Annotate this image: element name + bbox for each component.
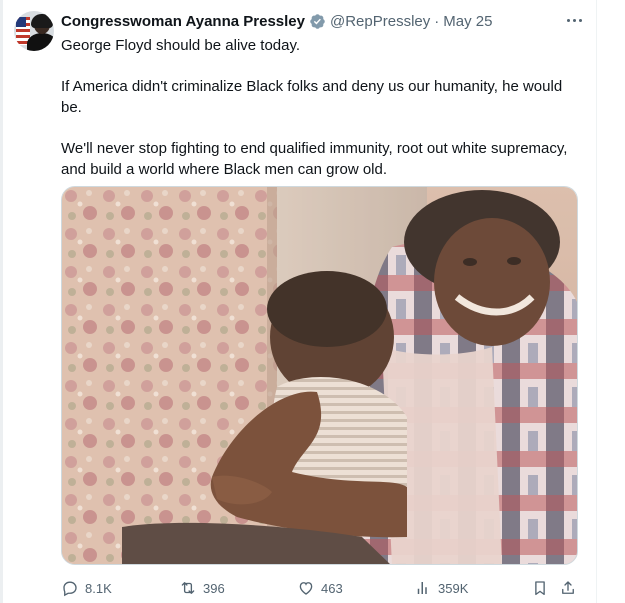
reply-icon [63,581,77,597]
tweet-text: George Floyd should be alive today. If A… [61,35,583,200]
reply-button[interactable]: 8.1K [61,576,112,600]
share-button[interactable] [559,576,583,600]
tweet-date[interactable]: May 25 [443,13,492,30]
tweet-paragraph: If America didn't criminalize Black folk… [61,78,563,116]
timeline-right-border [596,0,597,603]
bookmark-icon [535,581,545,596]
header-separator: · [434,12,440,30]
tweet-paragraph: We'll never stop fighting to end qualifi… [61,140,568,178]
views-icon [417,582,427,594]
tweet-card[interactable]: Congresswoman Ayanna Pressley @RepPressl… [3,0,596,603]
verified-badge-icon [309,13,326,30]
heart-icon [299,582,313,595]
tweet-photo[interactable] [61,186,578,565]
retweet-button[interactable]: 396 [179,576,225,600]
retweet-count: 396 [203,580,225,596]
tweet-header: Congresswoman Ayanna Pressley @RepPressl… [61,10,492,32]
author-name[interactable]: Congresswoman Ayanna Pressley [61,13,305,30]
profile-avatar[interactable] [14,11,54,51]
like-count: 463 [321,580,343,596]
author-handle[interactable]: @RepPressley [330,13,430,30]
more-options-icon[interactable] [562,10,586,30]
views-count: 359K [438,580,469,596]
bookmark-button[interactable] [531,576,555,600]
share-icon [562,581,574,594]
tweet-actions: 8.1K 396 463 359K [61,576,583,600]
retweet-icon [181,582,195,594]
views-button[interactable]: 359K [414,576,468,600]
tweet-paragraph: George Floyd should be alive today. [61,37,301,54]
like-button[interactable]: 463 [297,576,343,600]
reply-count: 8.1K [85,580,112,596]
